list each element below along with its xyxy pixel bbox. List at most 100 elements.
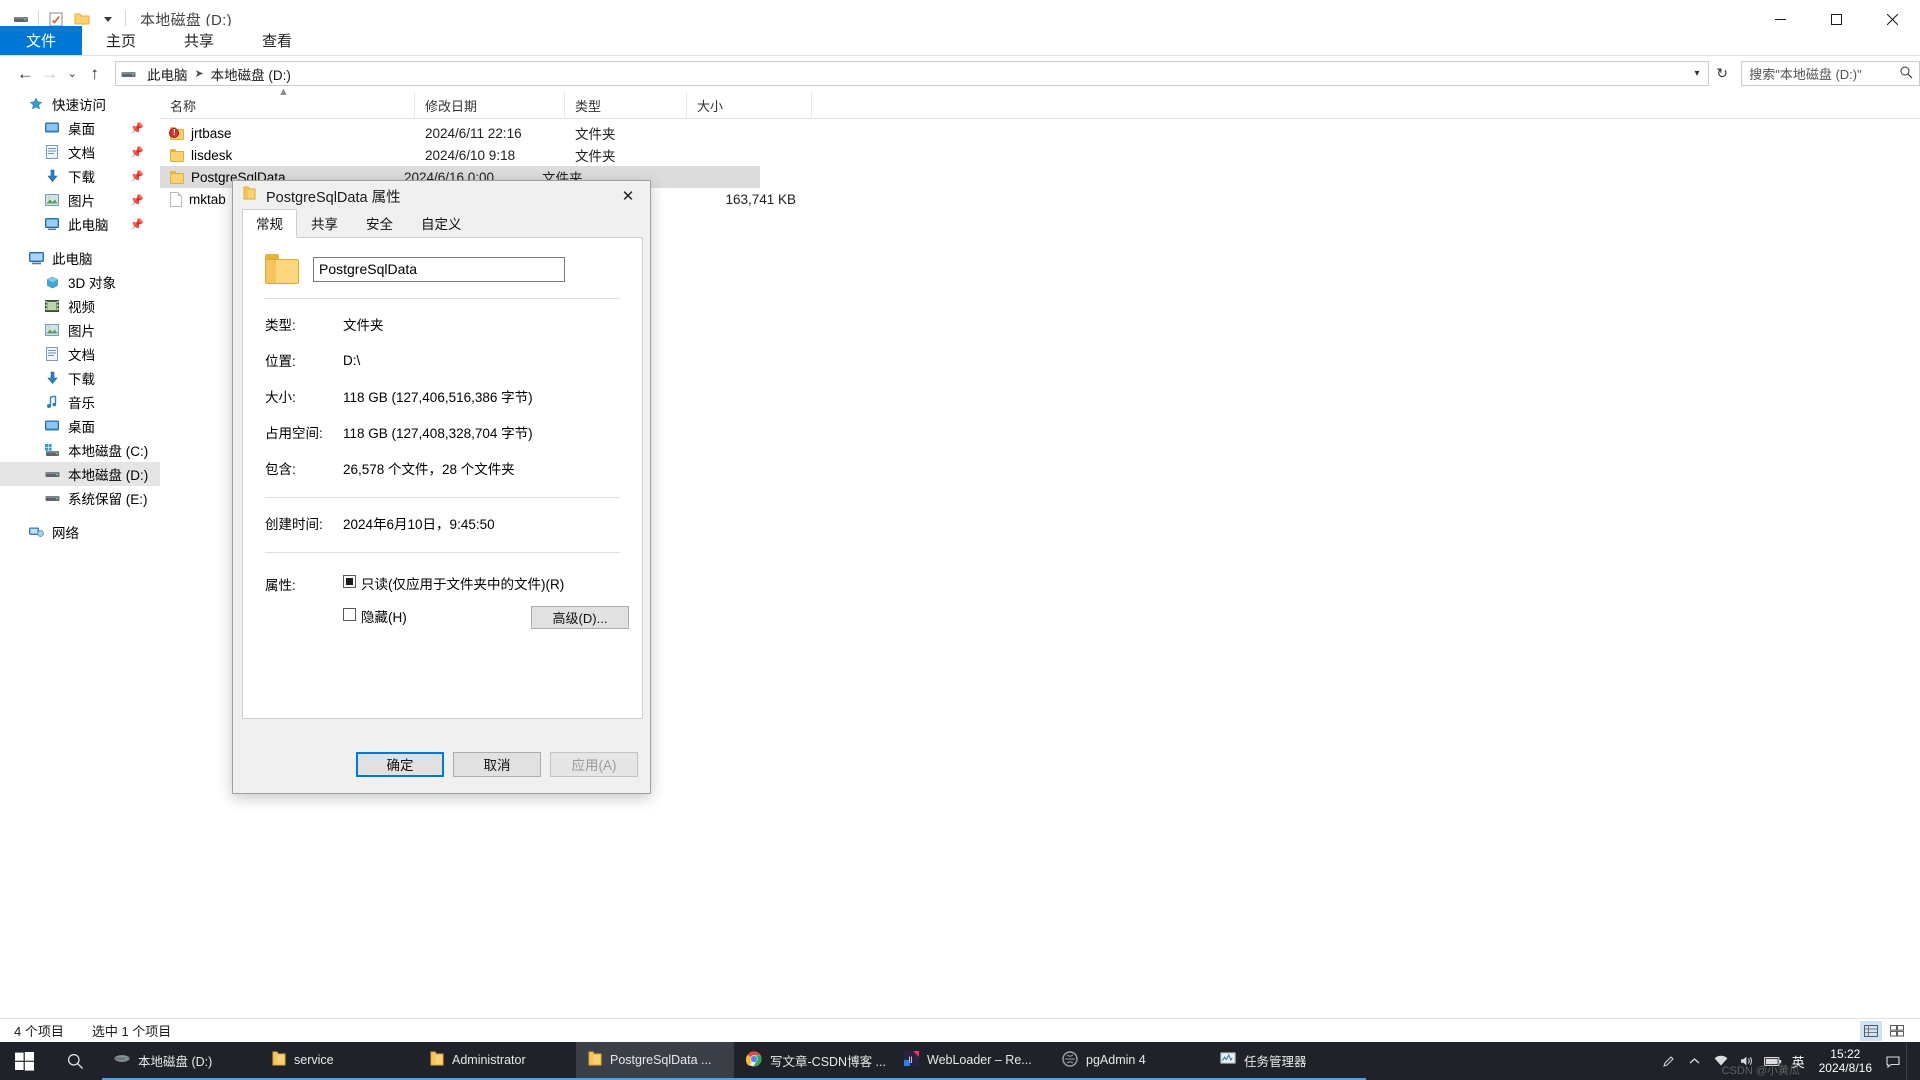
drive-icon [114, 1052, 130, 1068]
folder-icon [170, 148, 184, 162]
folder-name-input[interactable] [313, 256, 565, 282]
pin-icon[interactable]: 📌 [130, 146, 144, 159]
column-date[interactable]: 修改日期 [415, 91, 565, 119]
recent-locations-button[interactable]: ⌄ [62, 61, 83, 87]
sidebar-item-documents-qa[interactable]: 文档 📌 [0, 140, 160, 164]
folder-icon [272, 1051, 286, 1069]
column-headers: 名称 ▲ 修改日期 类型 大小 [160, 86, 1920, 119]
tab-security[interactable]: 安全 [352, 209, 407, 238]
breadcrumb-this-pc[interactable]: 此电脑 [142, 64, 193, 84]
show-desktop-button[interactable] [1906, 1042, 1914, 1080]
taskbar-item-chrome[interactable]: 写文章-CSDN博客 ... [734, 1042, 892, 1080]
column-name[interactable]: 名称 ▲ [160, 86, 415, 119]
search-icon[interactable] [1900, 66, 1913, 82]
taskbar-item-service[interactable]: service [260, 1042, 418, 1080]
pen-icon[interactable] [1656, 1042, 1682, 1080]
property-row-size-on-disk: 占用空间: 118 GB (127,408,328,704 字节) [243, 421, 642, 443]
table-row[interactable]: lisdesk 2024/6/10 9:18 文件夹 [160, 144, 1920, 166]
refresh-button[interactable]: ↻ [1709, 65, 1735, 82]
breadcrumb-drive-d[interactable]: 本地磁盘 (D:) [206, 64, 296, 84]
sidebar-item-desktop-qa[interactable]: 桌面 📌 [0, 116, 160, 140]
tab-general[interactable]: 常规 [242, 209, 297, 238]
sidebar-item-documents[interactable]: 文档 [0, 342, 160, 366]
sidebar-item-quick-access[interactable]: 快速访问 [0, 92, 160, 116]
tab-home[interactable]: 主页 [82, 26, 160, 55]
address-bar[interactable]: 此电脑 ➤ 本地磁盘 (D:) ▾ [114, 61, 1709, 86]
sidebar-item-videos[interactable]: 视频 [0, 294, 160, 318]
column-type[interactable]: 类型 [565, 91, 687, 119]
taskbar-item-label: Administrator [452, 1053, 526, 1067]
sidebar-item-downloads-qa[interactable]: 下载 📌 [0, 164, 160, 188]
taskbar-item-pgadmin[interactable]: pgAdmin 4 [1050, 1042, 1208, 1080]
tiles-view-icon[interactable] [1886, 1021, 1908, 1041]
attribute-readonly-row: 属性: 只读(仅应用于文件夹中的文件)(R) [265, 573, 642, 594]
property-value: 26,578 个文件，28 个文件夹 [343, 462, 515, 477]
hidden-checkbox[interactable] [343, 608, 356, 621]
hidden-icons-icon[interactable] [1682, 1042, 1708, 1080]
property-row-location: 位置: D:\ [243, 349, 642, 371]
dialog-close-button[interactable]: ✕ [606, 181, 650, 211]
tab-view[interactable]: 查看 [238, 26, 316, 55]
search-icon[interactable] [48, 1042, 102, 1080]
tab-customize[interactable]: 自定义 [407, 209, 476, 238]
tab-share[interactable]: 共享 [160, 26, 238, 55]
details-view-icon[interactable] [1860, 1020, 1882, 1041]
folder-icon [430, 1051, 444, 1069]
back-button[interactable]: ← [13, 61, 37, 87]
notifications-icon[interactable] [1880, 1042, 1906, 1080]
table-row[interactable]: ! jrtbase 2024/6/11 22:16 文件夹 [160, 122, 1920, 144]
apply-button[interactable]: 应用(A) [550, 751, 638, 777]
sidebar-item-desktop[interactable]: 桌面 [0, 414, 160, 438]
pin-icon[interactable]: 📌 [130, 122, 144, 135]
watermark: CSDN @小黄瓜 [1721, 1065, 1800, 1077]
sidebar-item-this-pc-qa[interactable]: 此电脑 📌 [0, 212, 160, 236]
sidebar-item-drive-c[interactable]: 本地磁盘 (C:) [0, 438, 160, 462]
up-button[interactable]: ↑ [83, 61, 107, 87]
taskbar-item-label: 本地磁盘 (D:) [138, 1054, 213, 1069]
file-icon [170, 191, 182, 207]
start-icon[interactable] [0, 1042, 48, 1080]
sidebar-item-pictures-qa[interactable]: 图片 📌 [0, 188, 160, 212]
cancel-button[interactable]: 取消 [453, 751, 541, 777]
pin-icon[interactable]: 📌 [130, 218, 144, 231]
sidebar-label: 快速访问 [52, 98, 106, 113]
advanced-button[interactable]: 高级(D)... [531, 606, 629, 629]
sidebar-item-downloads[interactable]: 下载 [0, 366, 160, 390]
taskbar-item-administrator[interactable]: Administrator [418, 1042, 576, 1080]
taskbar-item-postgresqldata[interactable]: PostgreSqlData ... [576, 1042, 734, 1080]
sidebar-item-this-pc[interactable]: 此电脑 [0, 246, 160, 270]
sidebar-item-3d-objects[interactable]: 3D 对象 [0, 270, 160, 294]
taskbar-item-task-manager[interactable]: 任务管理器 [1208, 1042, 1366, 1080]
star-icon [26, 97, 46, 111]
3d-objects-icon [42, 276, 62, 289]
taskbar-item-drive-d[interactable]: 本地磁盘 (D:) [102, 1042, 260, 1080]
sidebar-item-music[interactable]: 音乐 [0, 390, 160, 414]
pin-icon[interactable]: 📌 [130, 194, 144, 207]
column-size[interactable]: 大小 [687, 91, 812, 119]
dialog-titlebar: PostgreSqlData 属性 ✕ [233, 181, 650, 211]
sidebar-item-drive-d[interactable]: 本地磁盘 (D:) [0, 462, 160, 486]
search-input[interactable]: 搜索"本地磁盘 (D:)" [1741, 61, 1920, 86]
pin-icon[interactable]: 📌 [130, 170, 144, 183]
tab-sharing[interactable]: 共享 [297, 209, 352, 238]
address-dropdown-icon[interactable]: ▾ [1686, 68, 1708, 79]
properties-dialog: PostgreSqlData 属性 ✕ 常规 共享 安全 自定义 类型: 文件夹… [232, 180, 651, 794]
folder-icon [588, 1051, 602, 1069]
ok-button[interactable]: 确定 [356, 751, 444, 777]
music-icon [42, 395, 62, 409]
sidebar-item-drive-e[interactable]: 系统保留 (E:) [0, 486, 160, 510]
tab-file[interactable]: 文件 [0, 26, 83, 55]
file-name: jrtbase [191, 125, 232, 141]
intellij-icon: IJ [904, 1051, 919, 1069]
sidebar-item-pictures[interactable]: 图片 [0, 318, 160, 342]
sidebar-label: 文档 [68, 348, 95, 363]
taskbar-item-intellij[interactable]: IJ WebLoader – Re... [892, 1042, 1050, 1080]
sidebar-label: 桌面 [68, 122, 95, 137]
readonly-checkbox[interactable] [343, 575, 356, 588]
forward-button[interactable]: → [38, 61, 62, 87]
sidebar-item-network[interactable]: 网络 [0, 520, 160, 544]
property-key: 占用空间: [265, 426, 323, 441]
taskbar: 本地磁盘 (D:) service Administrator PostgreS… [0, 1042, 1920, 1080]
clock[interactable]: 15:22 2024/8/16 [1811, 1047, 1880, 1075]
sidebar-label: 本地磁盘 (D:) [68, 468, 149, 483]
